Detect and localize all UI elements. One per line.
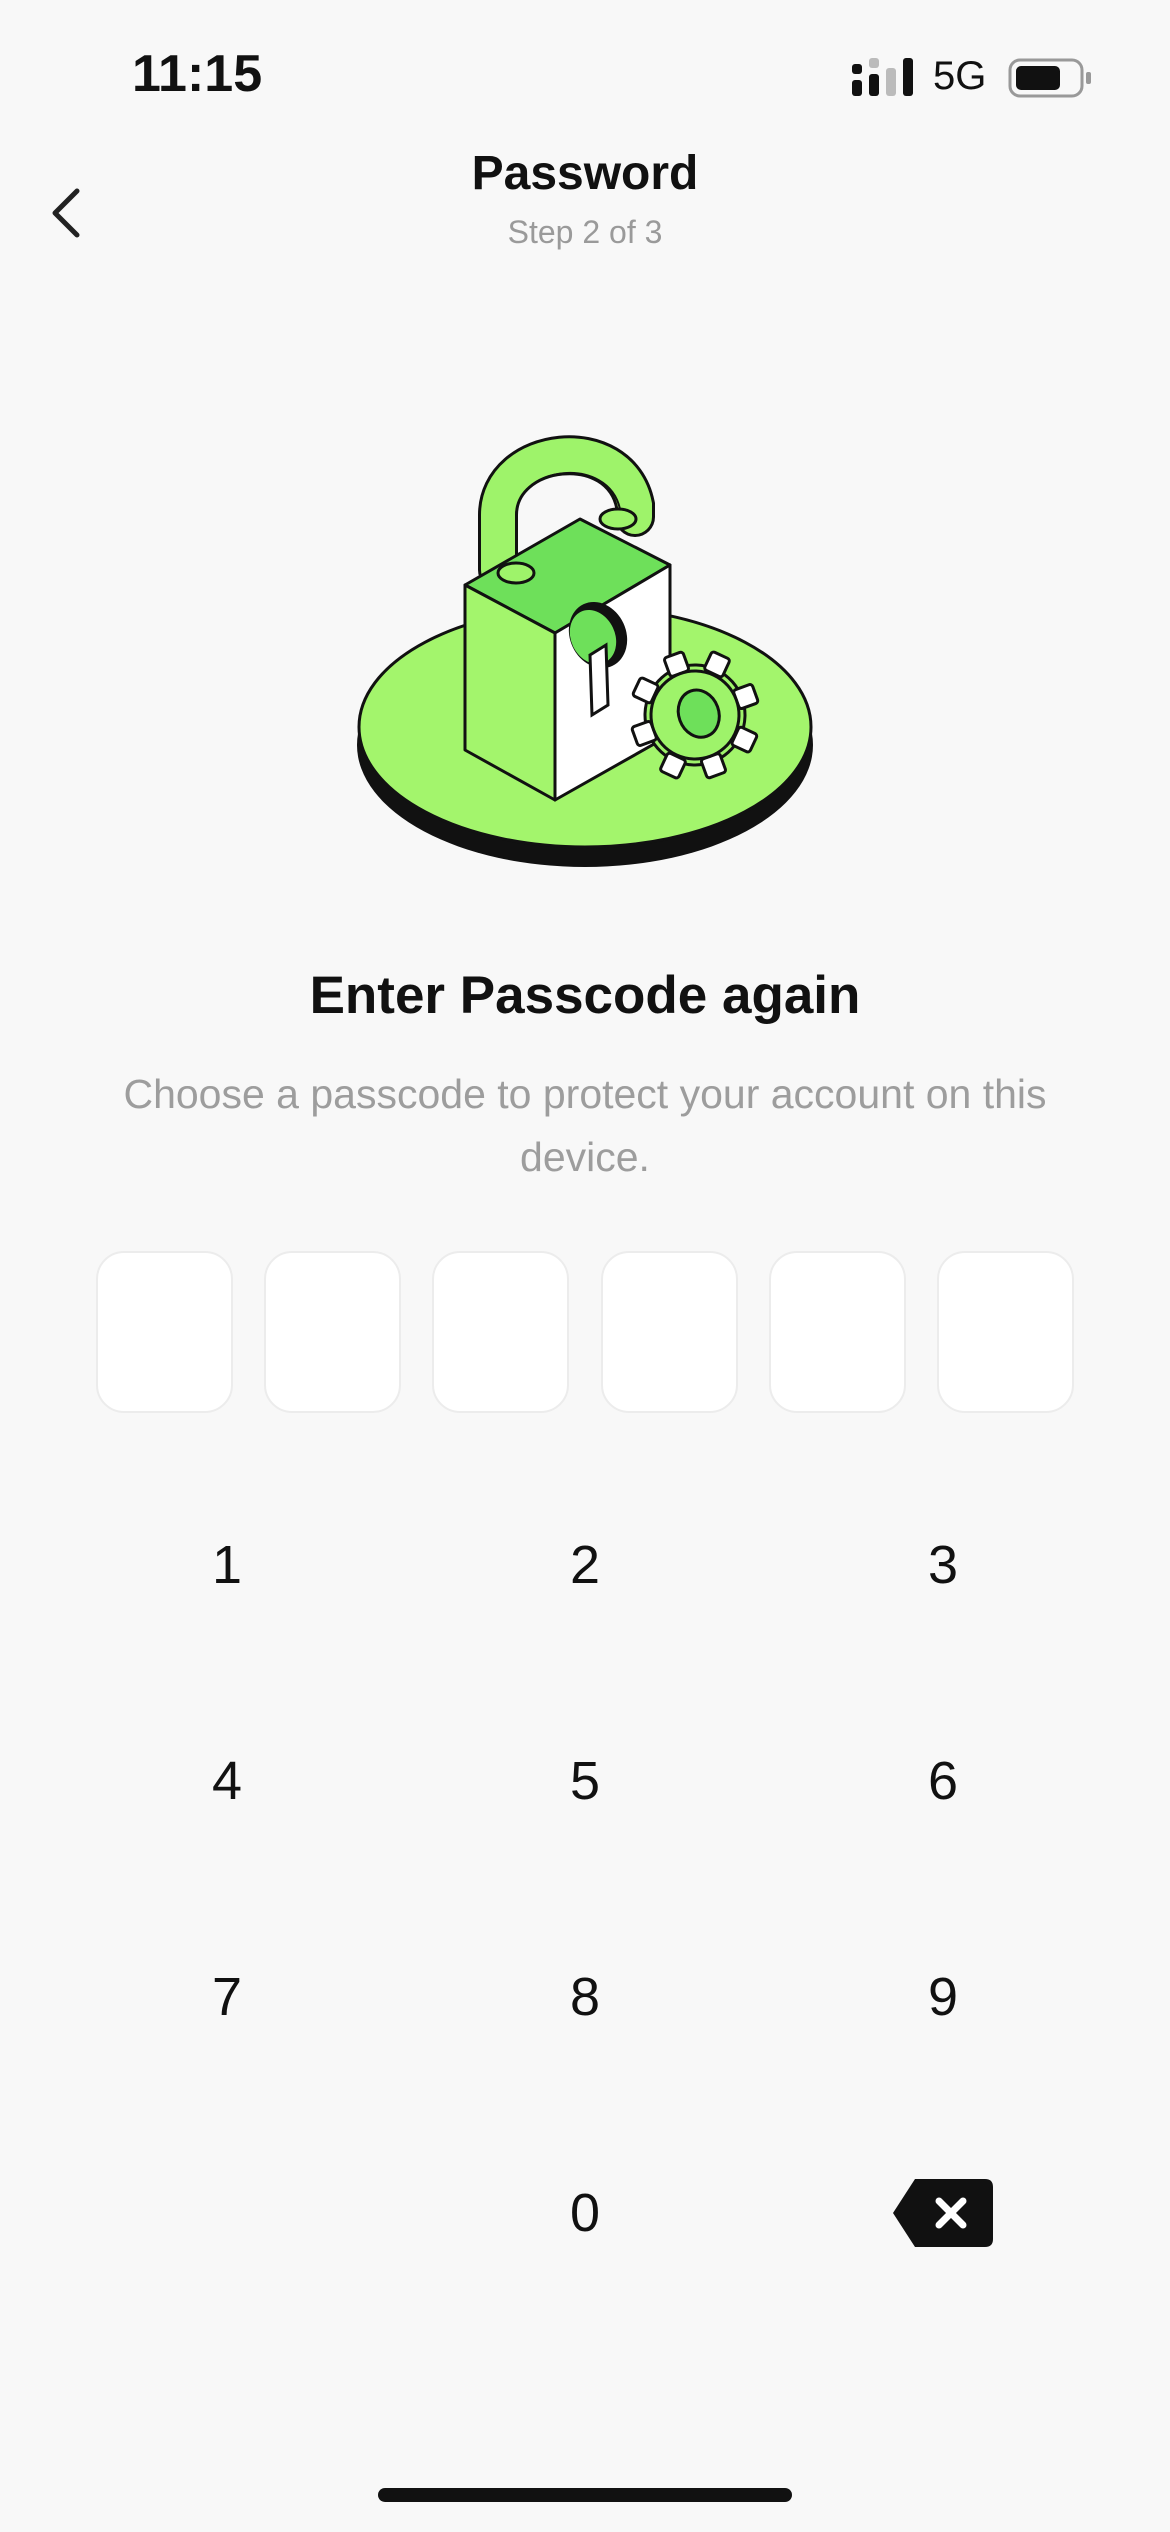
passcode-digit-box — [264, 1251, 402, 1413]
keypad-key-6[interactable]: 6 — [843, 1716, 1043, 1846]
battery-icon — [1008, 58, 1091, 98]
keypad-key-5[interactable]: 5 — [485, 1716, 685, 1846]
delete-button[interactable] — [843, 2148, 1043, 2278]
passcode-digit-box — [768, 1251, 906, 1413]
passcode-digit-box — [600, 1251, 738, 1413]
step-indicator: Step 2 of 3 — [507, 214, 663, 250]
keypad-key-3[interactable]: 3 — [843, 1500, 1043, 1630]
passcode-input[interactable] — [96, 1251, 1074, 1415]
prompt-heading: Enter Passcode again — [309, 966, 861, 1025]
keypad-key-8[interactable]: 8 — [485, 1932, 685, 2062]
signal-icon — [852, 58, 913, 96]
backspace-icon — [893, 2179, 993, 2247]
status-time: 11:15 — [132, 45, 263, 103]
keypad-key-0[interactable]: 0 — [485, 2148, 685, 2278]
keypad-key-4[interactable]: 4 — [127, 1716, 327, 1846]
page-title: Password — [471, 147, 699, 200]
passcode-digit-box — [432, 1251, 570, 1413]
passcode-digit-box — [96, 1251, 233, 1413]
home-indicator[interactable] — [378, 2488, 792, 2502]
keypad-key-2[interactable]: 2 — [485, 1500, 685, 1630]
keypad-key-7[interactable]: 7 — [127, 1932, 327, 2062]
network-type: 5G — [933, 54, 987, 98]
keypad-key-9[interactable]: 9 — [843, 1932, 1043, 2062]
passcode-digit-box — [936, 1251, 1074, 1413]
padlock-gear-illustration — [357, 435, 813, 867]
keypad-key-1[interactable]: 1 — [127, 1500, 327, 1630]
prompt-description: Choose a passcode to protect your accoun… — [123, 1071, 1047, 1180]
